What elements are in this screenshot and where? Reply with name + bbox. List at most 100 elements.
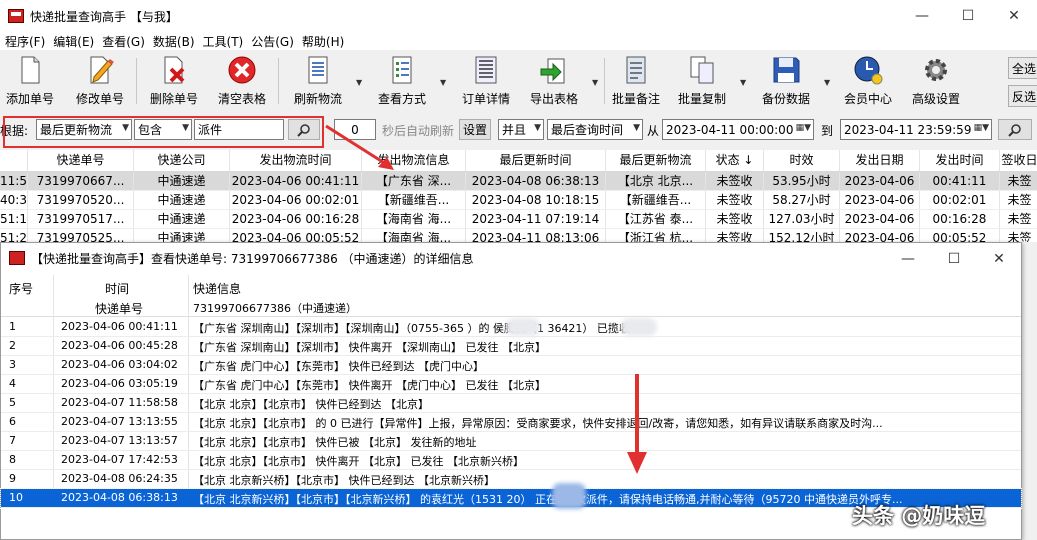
detail-row[interactable]: 6 2023-04-07 13:13:55 【北京 北京】【北京市】 的 0 已进行… <box>1 413 1021 432</box>
highlight-annotation-box <box>3 116 324 148</box>
view-mode-dropdown-icon[interactable]: ▼ <box>440 78 446 87</box>
close-button[interactable]: ✕ <box>991 0 1037 32</box>
time-field-value: 最后查询时间 <box>551 123 624 137</box>
chevron-down-icon: ▼ <box>534 123 541 133</box>
view-mode-button[interactable]: 查看方式 <box>376 55 428 107</box>
order-detail-button[interactable]: 订单详情 <box>460 55 512 107</box>
menu-program[interactable]: 程序(F) <box>0 33 48 50</box>
batch-copy-button[interactable]: 批量复制 <box>676 55 728 107</box>
order-detail-label: 订单详情 <box>461 92 510 106</box>
export-table-label: 导出表格 <box>529 92 578 106</box>
minimize-button[interactable]: — <box>899 0 945 32</box>
table-cell: 00:41:11 <box>920 172 1000 190</box>
table-row[interactable]: 40:32 7319970520... 中通速递 2023-04-06 00:0… <box>0 191 1037 210</box>
col-header[interactable]: 发出物流信息 <box>362 150 466 171</box>
export-table-button[interactable]: 导出表格 <box>528 55 580 107</box>
detail-row[interactable]: 5 2023-04-07 11:58:58 【北京 北京】【北京市】 快件已经到达 … <box>1 394 1021 413</box>
detail-row[interactable]: 3 2023-04-06 03:04:02 【广东省 虎门中心】【东莞市】 快件已经… <box>1 356 1021 375</box>
table-row[interactable]: 11:54 7319970667... 中通速递 2023-04-06 00:4… <box>0 172 1037 191</box>
table-cell: 中通速递 <box>134 172 230 190</box>
menu-view[interactable]: 查看(G) <box>97 33 148 50</box>
clear-table-button[interactable]: 清空表格 <box>216 55 268 107</box>
menu-help[interactable]: 帮助(H) <box>297 33 347 50</box>
detail-row[interactable]: 4 2023-04-06 03:05:19 【广东省 虎门中心】【东莞市】 快件离开… <box>1 375 1021 394</box>
table-header: 快递单号 快递公司 发出物流时间 发出物流信息 最后更新时间 最后更新物流 状态… <box>0 150 1037 172</box>
from-datetime-picker[interactable]: 2023-04-11 00:00:00 ▦▼ <box>662 119 814 140</box>
detail-row[interactable]: 9 2023-04-08 06:24:35 【北京 北京新兴桥】【北京市】 快件已经… <box>1 470 1021 489</box>
detail-title: 【快递批量查询高手】查看快递单号: 73199706677386 （中通速递）的… <box>31 251 474 266</box>
edit-number-button[interactable]: 修改单号 <box>74 55 126 107</box>
toolbar: 添加单号 修改单号 删除单号 清空表格 刷新物流 ▼ 查看方式 ▼ 订单详情 导… <box>0 52 1037 110</box>
detail-close-button[interactable]: ✕ <box>976 243 1022 275</box>
col-header[interactable]: 快递单号 <box>28 150 134 171</box>
copy-dropdown-icon[interactable]: ▼ <box>740 78 746 87</box>
gear-icon <box>925 59 947 81</box>
col-header[interactable]: 发出物流时间 <box>230 150 362 171</box>
col-header[interactable]: 签收日 <box>1000 150 1037 171</box>
table-row[interactable]: 51:23 7319970525... 中通速递 2023-04-06 00:0… <box>0 229 1037 242</box>
header-info[interactable]: 快递信息 <box>193 280 241 297</box>
advanced-settings-button[interactable]: 高级设置 <box>910 55 962 107</box>
to-datetime-picker[interactable]: 2023-04-11 23:59:59 ▦▼ <box>840 119 992 140</box>
col-header[interactable]: 最后更新时间 <box>466 150 606 171</box>
refresh-dropdown-icon[interactable]: ▼ <box>356 78 362 87</box>
app-logo-icon <box>8 9 24 23</box>
detail-row[interactable]: 7 2023-04-07 13:13:57 【北京 北京】【北京市】 快件已被 【北… <box>1 432 1021 451</box>
from-label: 从 <box>647 124 660 138</box>
backup-data-button[interactable]: 备份数据 <box>760 55 812 107</box>
invert-select-button[interactable]: 反选 <box>1008 85 1037 107</box>
detail-row[interactable]: 8 2023-04-07 17:42:53 【北京 北京】【北京市】 快件离开 【北… <box>1 451 1021 470</box>
col-header[interactable]: 快递公司 <box>134 150 230 171</box>
advanced-settings-label: 高级设置 <box>911 92 960 106</box>
table-cell: 2023-04-08 06:38:13 <box>466 172 606 190</box>
export-dropdown-icon[interactable]: ▼ <box>592 78 598 87</box>
detail-row[interactable]: 2 2023-04-06 00:45:28 【广东省 深圳南山】【深圳市】 快件离开… <box>1 337 1021 356</box>
backup-dropdown-icon[interactable]: ▼ <box>824 78 830 87</box>
window-title: 快递批量查询高手 【与我】 <box>30 9 178 24</box>
col-header[interactable]: 时效 <box>764 150 840 171</box>
toolbar-divider <box>136 58 137 104</box>
batch-copy-label: 批量复制 <box>677 92 726 106</box>
logic-select[interactable]: 并且 ▼ <box>498 119 544 140</box>
table-row[interactable]: 51:13 7319970517... 中通速递 2023-04-06 00:1… <box>0 210 1037 229</box>
member-center-button[interactable]: 会员中心 <box>842 55 894 107</box>
subheader-number-label: 快递单号 <box>95 302 144 316</box>
detail-maximize-button[interactable]: ☐ <box>931 243 977 275</box>
table-cell: 00:16:28 <box>920 210 1000 228</box>
settings-button[interactable]: 设置 <box>459 119 491 140</box>
col-header[interactable]: 发出日期 <box>840 150 920 171</box>
add-number-button[interactable]: 添加单号 <box>4 55 56 107</box>
detail-seq: 3 <box>9 358 16 371</box>
calendar-dropdown-icon: ▦▼ <box>795 123 811 133</box>
select-all-button[interactable]: 全选 <box>1008 57 1037 79</box>
menu-tools[interactable]: 工具(T) <box>198 33 247 50</box>
time-field-select[interactable]: 最后查询时间 ▼ <box>547 119 643 140</box>
header-time[interactable]: 时间 <box>105 280 129 297</box>
table-cell: 11:54 <box>0 172 28 190</box>
detail-seq: 7 <box>9 434 16 447</box>
batch-note-button[interactable]: 批量备注 <box>610 55 662 107</box>
menu-edit[interactable]: 编辑(E) <box>48 33 97 50</box>
delete-number-button[interactable]: 删除单号 <box>148 55 200 107</box>
member-center-label: 会员中心 <box>843 92 892 106</box>
detail-minimize-button[interactable]: — <box>885 243 931 275</box>
col-header[interactable]: 最后更新物流 <box>606 150 706 171</box>
refresh-logistics-button[interactable]: 刷新物流 <box>292 55 344 107</box>
refresh-interval-input[interactable]: 0 <box>334 119 376 140</box>
table-cell: 中通速递 <box>134 229 230 242</box>
detail-time: 2023-04-07 17:42:53 <box>61 453 178 466</box>
col-header[interactable]: 发出时间 <box>920 150 1000 171</box>
detail-info: 【广东省 深圳南山】【深圳市】 快件离开 【深圳南山】 已发往 【北京】 <box>193 341 546 354</box>
watermark-text: 头条 @奶味逗 <box>852 504 986 528</box>
maximize-button[interactable]: ☐ <box>945 0 991 32</box>
menu-data[interactable]: 数据(B) <box>148 33 198 50</box>
date-search-button[interactable] <box>998 119 1032 140</box>
to-datetime-value: 2023-04-11 23:59:59 <box>844 122 972 137</box>
menu-notice[interactable]: 公告(G) <box>246 33 297 50</box>
detail-time: 2023-04-06 03:04:02 <box>61 358 178 371</box>
col-header[interactable]: 状态 ↓ <box>706 150 764 171</box>
header-seq[interactable]: 序号 <box>9 280 33 297</box>
app-logo-icon <box>9 251 25 265</box>
table-cell: 2023-04-06 00:02:01 <box>230 191 362 209</box>
table-cell: 7319970667... <box>28 172 134 190</box>
